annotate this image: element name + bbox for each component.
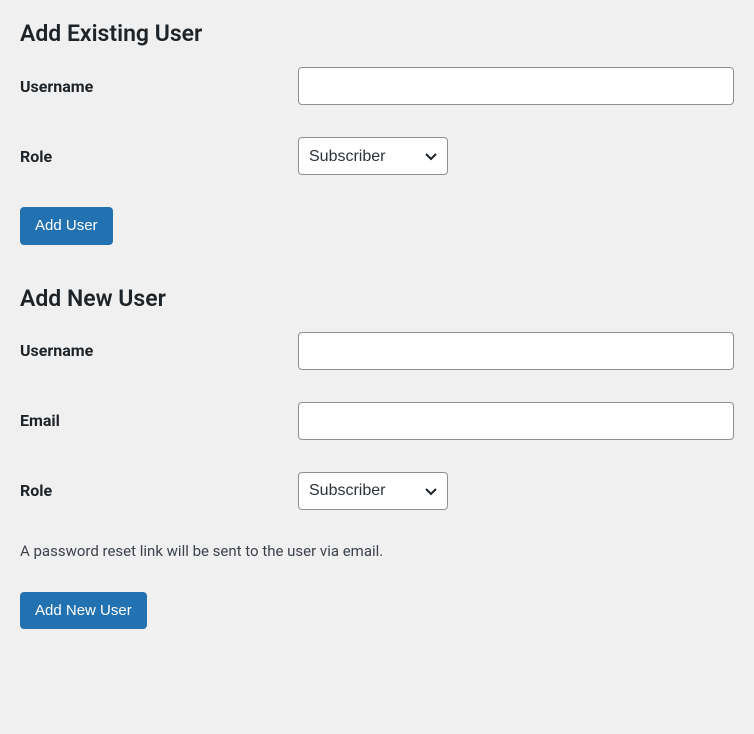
add-new-user-button[interactable]: Add New User [20, 592, 147, 630]
add-new-user-section: Add New User Username Email Role Subscri… [20, 285, 734, 630]
new-username-row: Username [20, 332, 734, 370]
existing-role-label: Role [20, 147, 298, 166]
add-new-user-heading: Add New User [20, 285, 734, 312]
existing-role-select[interactable]: Subscriber [298, 137, 448, 175]
add-existing-user-button[interactable]: Add User [20, 207, 113, 245]
existing-username-row: Username [20, 67, 734, 105]
new-email-label: Email [20, 411, 298, 430]
add-existing-user-heading: Add Existing User [20, 20, 734, 47]
new-role-field-wrap: Subscriber [298, 472, 734, 510]
existing-username-label: Username [20, 77, 298, 96]
existing-role-field-wrap: Subscriber [298, 137, 734, 175]
new-email-field-wrap [298, 402, 734, 440]
new-email-row: Email [20, 402, 734, 440]
existing-role-row: Role Subscriber [20, 137, 734, 175]
add-existing-user-section: Add Existing User Username Role Subscrib… [20, 20, 734, 245]
new-role-select[interactable]: Subscriber [298, 472, 448, 510]
new-role-select-wrap: Subscriber [298, 472, 448, 510]
new-username-label: Username [20, 341, 298, 360]
password-reset-description: A password reset link will be sent to th… [20, 542, 734, 560]
existing-username-field-wrap [298, 67, 734, 105]
new-email-input[interactable] [298, 402, 734, 440]
new-username-input[interactable] [298, 332, 734, 370]
existing-username-input[interactable] [298, 67, 734, 105]
new-username-field-wrap [298, 332, 734, 370]
existing-role-select-wrap: Subscriber [298, 137, 448, 175]
new-role-row: Role Subscriber [20, 472, 734, 510]
new-role-label: Role [20, 481, 298, 500]
